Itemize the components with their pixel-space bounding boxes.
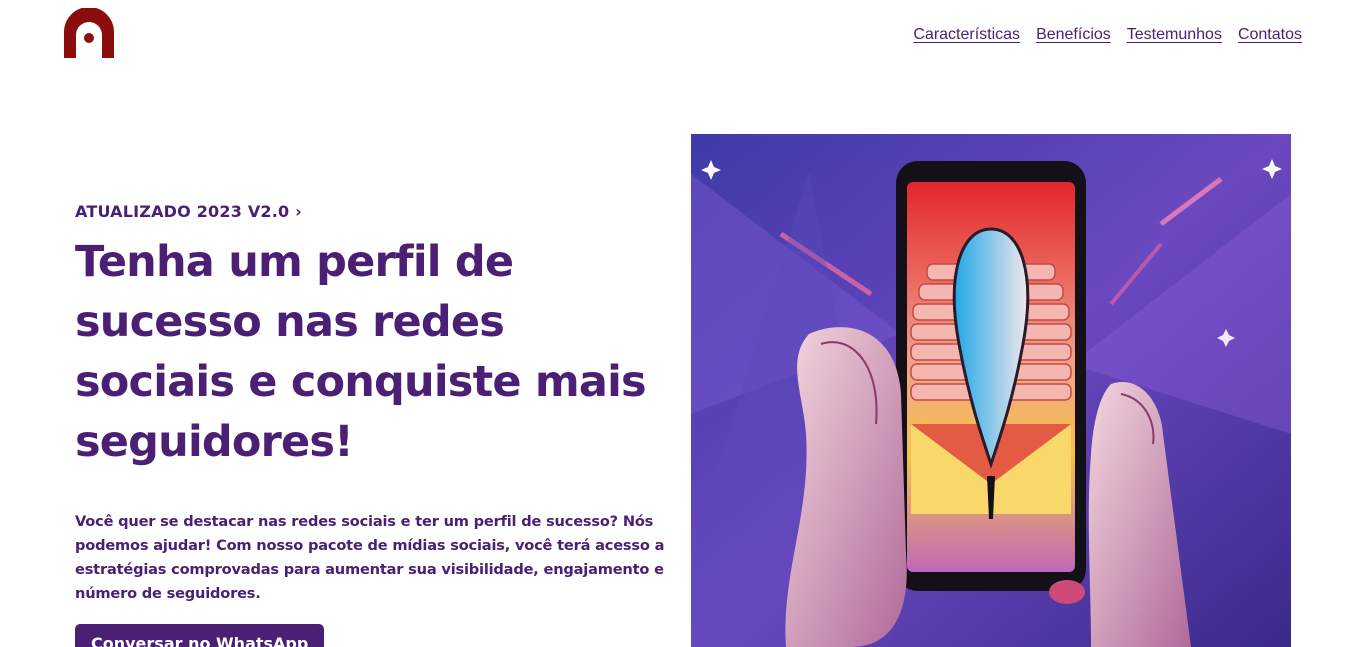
site-header: Características Benefícios Testemunhos C… (0, 0, 1366, 80)
version-badge[interactable]: ATUALIZADO 2023 V2.0 › (75, 200, 665, 224)
nav-link-contatos[interactable]: Contatos (1238, 25, 1302, 45)
hero-description: Você quer se destacar nas redes sociais … (75, 513, 665, 602)
hero-content: ATUALIZADO 2023 V2.0 › Tenha um perfil d… (75, 200, 665, 647)
nav-link-testemunhos[interactable]: Testemunhos (1127, 25, 1222, 45)
nav-link-caracteristicas[interactable]: Características (913, 25, 1020, 45)
main-nav: Características Benefícios Testemunhos C… (913, 25, 1302, 45)
nav-link-beneficios[interactable]: Benefícios (1036, 25, 1111, 45)
phone-in-hands-illustration (691, 134, 1291, 647)
whatsapp-button[interactable]: Conversar no WhatsApp (75, 624, 325, 647)
hero-title: Tenha um perfil de sucesso nas redes soc… (75, 237, 647, 467)
logo-icon[interactable] (64, 7, 114, 58)
